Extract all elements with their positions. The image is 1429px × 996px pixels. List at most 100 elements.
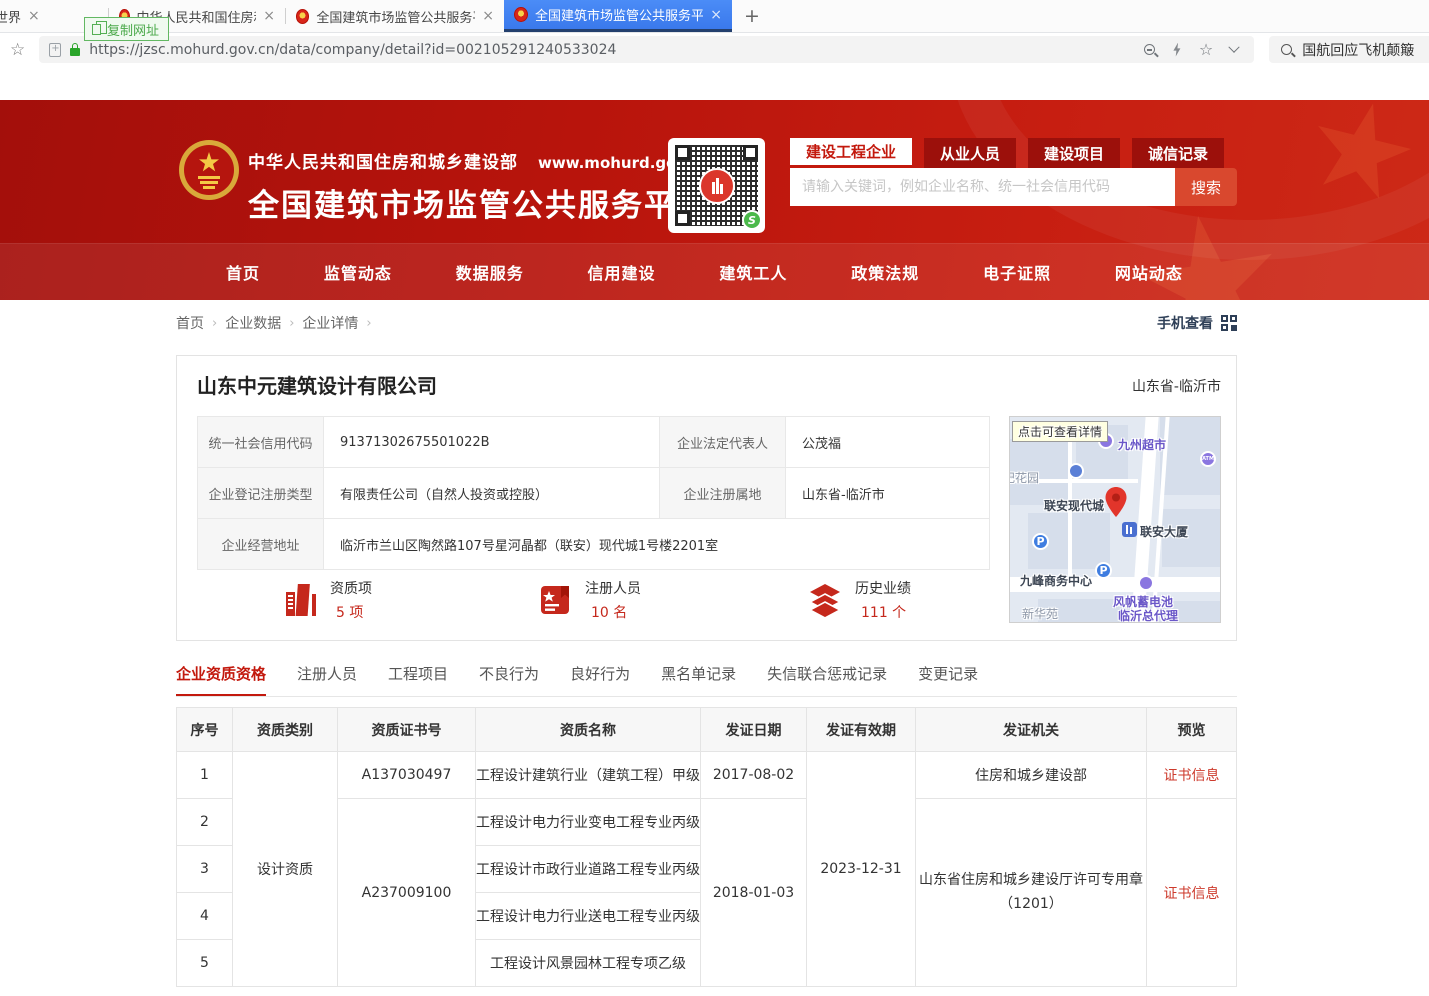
favorite-star-icon[interactable]: ☆ [1199, 40, 1213, 59]
breadcrumb-sep-icon: › [212, 316, 217, 331]
seq-cell: 4 [177, 893, 233, 940]
tab-dishonesty-records[interactable]: 失信联合惩戒记录 [767, 663, 887, 696]
map-label-supermarket: 九州超市 [1118, 436, 1166, 453]
parking-icon: P [1032, 533, 1049, 550]
url-action-icons: ☆ [1144, 40, 1238, 59]
keyword-search-input[interactable] [790, 168, 1175, 206]
nav-item-data-service[interactable]: 数据服务 [456, 260, 524, 284]
browser-tab-jzsc[interactable]: 全国建筑市场监管公共服务平台 × [286, 0, 504, 32]
nav-item-supervision[interactable]: 监管动态 [324, 260, 392, 284]
qr-miniprogram-icon: S [742, 210, 762, 230]
location-pin-icon [1105, 487, 1127, 517]
nav-item-certificate[interactable]: 电子证照 [983, 260, 1051, 284]
search-tab-personnel[interactable]: 从业人员 [924, 138, 1016, 168]
tab-qualifications[interactable]: 企业资质资格 [176, 663, 266, 696]
qual-name-cell: 工程设计市政行业道路工程专业丙级 [476, 846, 701, 893]
new-tab-button[interactable]: + [732, 0, 772, 32]
qr-eye [743, 145, 758, 160]
stat-label: 资质项 [330, 578, 372, 598]
qual-name-cell: 工程设计电力行业送电工程专业丙级 [476, 893, 701, 940]
copy-icon [92, 24, 101, 35]
certificate-info-link[interactable]: 证书信息 [1164, 768, 1220, 784]
nav-item-policy[interactable]: 政策法规 [851, 260, 919, 284]
breadcrumb: 首页 › 企业数据 › 企业详情 › 手机查看 [176, 313, 1237, 333]
col-cert-no: 资质证书号 [338, 708, 476, 752]
copy-url-tooltip: 复制网址 [84, 17, 169, 41]
browser-window: 世界 × 中华人民共和国住房和城乡建设 × 全国建筑市场监管公共服务平台 × 全… [0, 0, 1429, 996]
page-info-icon[interactable] [49, 43, 61, 57]
tab-title: 全国建筑市场监管公共服务平台 [316, 7, 475, 26]
secure-lock-icon[interactable] [70, 48, 80, 56]
table-header-row: 序号 资质类别 资质证书号 资质名称 发证日期 发证有效期 发证机关 预览 [177, 708, 1237, 752]
tab-change-records[interactable]: 变更记录 [918, 663, 978, 696]
company-name: 山东中元建筑设计有限公司 [197, 370, 437, 399]
reg-region-value: 山东省-临沂市 [786, 468, 990, 519]
map-label-business-center: 九峰商务中心 [1020, 572, 1092, 589]
qual-name-cell: 工程设计建筑行业（建筑工程）甲级 [476, 752, 701, 799]
flash-icon[interactable] [1172, 43, 1182, 57]
search-tab-project[interactable]: 建设项目 [1028, 138, 1120, 168]
mobile-view-label: 手机查看 [1157, 313, 1213, 333]
map-label-garden: 纪花园 [1009, 469, 1039, 486]
seq-cell: 2 [177, 799, 233, 846]
issue-date-cell: 2017-08-02 [701, 752, 807, 799]
zoom-out-icon[interactable] [1144, 44, 1155, 55]
close-icon[interactable]: × [28, 8, 40, 24]
nav-item-workers[interactable]: 建筑工人 [719, 260, 787, 284]
breadcrumb-sep-icon: › [289, 316, 294, 331]
search-tab-enterprise[interactable]: 建设工程企业 [790, 138, 912, 168]
table-row: 企业经营地址 临沂市兰山区陶然路107号星河晶都（联安）现代城1号楼2201室 [198, 519, 990, 570]
search-tab-credit[interactable]: 诚信记录 [1132, 138, 1224, 168]
close-icon[interactable]: × [263, 8, 275, 24]
authority-cell: 山东省住房和城乡建设厅许可专用章 （1201） [916, 799, 1147, 987]
col-preview: 预览 [1147, 708, 1237, 752]
mobile-view-button[interactable]: 手机查看 [1157, 313, 1237, 333]
breadcrumb-company-data[interactable]: 企业数据 [225, 313, 281, 333]
qual-name-cell: 工程设计电力行业变电工程专业丙级 [476, 799, 701, 846]
qualification-table: 序号 资质类别 资质证书号 资质名称 发证日期 发证有效期 发证机关 预览 1 … [176, 707, 1237, 987]
detail-tab-bar: 企业资质资格 注册人员 工程项目 不良行为 良好行为 黑名单记录 失信联合惩戒记… [176, 663, 1237, 697]
stat-label: 历史业绩 [855, 578, 911, 598]
reg-type-label: 企业登记注册类型 [198, 468, 324, 519]
bookmark-star-icon[interactable]: ☆ [10, 40, 25, 60]
nav-item-credit[interactable]: 信用建设 [588, 260, 656, 284]
address-bar: ☆ https://jzsc.mohurd.gov.cn/data/compan… [0, 33, 1429, 66]
tab-good-behavior[interactable]: 良好行为 [570, 663, 630, 696]
cert-no-cell: A137030497 [338, 752, 476, 799]
tab-projects[interactable]: 工程项目 [388, 663, 448, 696]
browser-tab-active[interactable]: 全国建筑市场监管公共服务平台 × [504, 0, 732, 32]
certificate-info-link[interactable]: 证书信息 [1164, 886, 1220, 902]
qr-code-icon[interactable] [1221, 315, 1237, 331]
tab-blacklist[interactable]: 黑名单记录 [661, 663, 736, 696]
seq-cell: 1 [177, 752, 233, 799]
nav-item-news[interactable]: 网站动态 [1115, 260, 1183, 284]
search-button[interactable]: 搜索 [1175, 168, 1237, 206]
address-label: 企业经营地址 [198, 519, 324, 570]
close-icon[interactable]: × [482, 8, 494, 24]
seq-cell: 5 [177, 940, 233, 987]
cert-no-cell: A237009100 [338, 799, 476, 987]
table-row: 1 设计资质 A137030497 工程设计建筑行业（建筑工程）甲级 2017-… [177, 752, 1237, 799]
map-tooltip: 点击可查看详情 [1012, 421, 1108, 442]
company-location-map[interactable]: 点击可查看详情 九州超市 ATM 纪花园 联安现代城 联安大厦 P P 九峰商务… [1009, 416, 1221, 623]
hot-search-text[interactable]: 国航回应飞机颠簸 [1302, 40, 1414, 60]
stat-history-performance[interactable]: 历史业绩 111 个 [807, 578, 911, 622]
stat-registered-personnel[interactable]: 注册人员 10 名 [537, 578, 641, 622]
url-field[interactable]: https://jzsc.mohurd.gov.cn/data/company/… [39, 36, 1254, 63]
nav-item-home[interactable]: 首页 [226, 260, 260, 284]
copy-url-label: 复制网址 [107, 20, 159, 39]
tab-bad-behavior[interactable]: 不良行为 [479, 663, 539, 696]
breadcrumb-home[interactable]: 首页 [176, 313, 204, 333]
map-label-xinhua: 新华苑 [1022, 605, 1058, 622]
preview-cell: 证书信息 [1147, 799, 1237, 987]
url-text[interactable]: https://jzsc.mohurd.gov.cn/data/company/… [89, 42, 1135, 58]
stat-qualifications[interactable]: 资质项 5 项 [282, 578, 372, 622]
breadcrumb-company-detail[interactable]: 企业详情 [302, 313, 358, 333]
close-icon[interactable]: × [710, 7, 722, 23]
credit-code-label: 统一社会信用代码 [198, 417, 324, 468]
browser-search-box[interactable]: 国航回应飞机颠簸 [1269, 36, 1429, 63]
stat-value: 5 项 [330, 602, 372, 622]
chevron-down-icon[interactable] [1229, 41, 1240, 52]
site-qr-code: S [668, 138, 765, 233]
tab-registered-personnel[interactable]: 注册人员 [297, 663, 357, 696]
